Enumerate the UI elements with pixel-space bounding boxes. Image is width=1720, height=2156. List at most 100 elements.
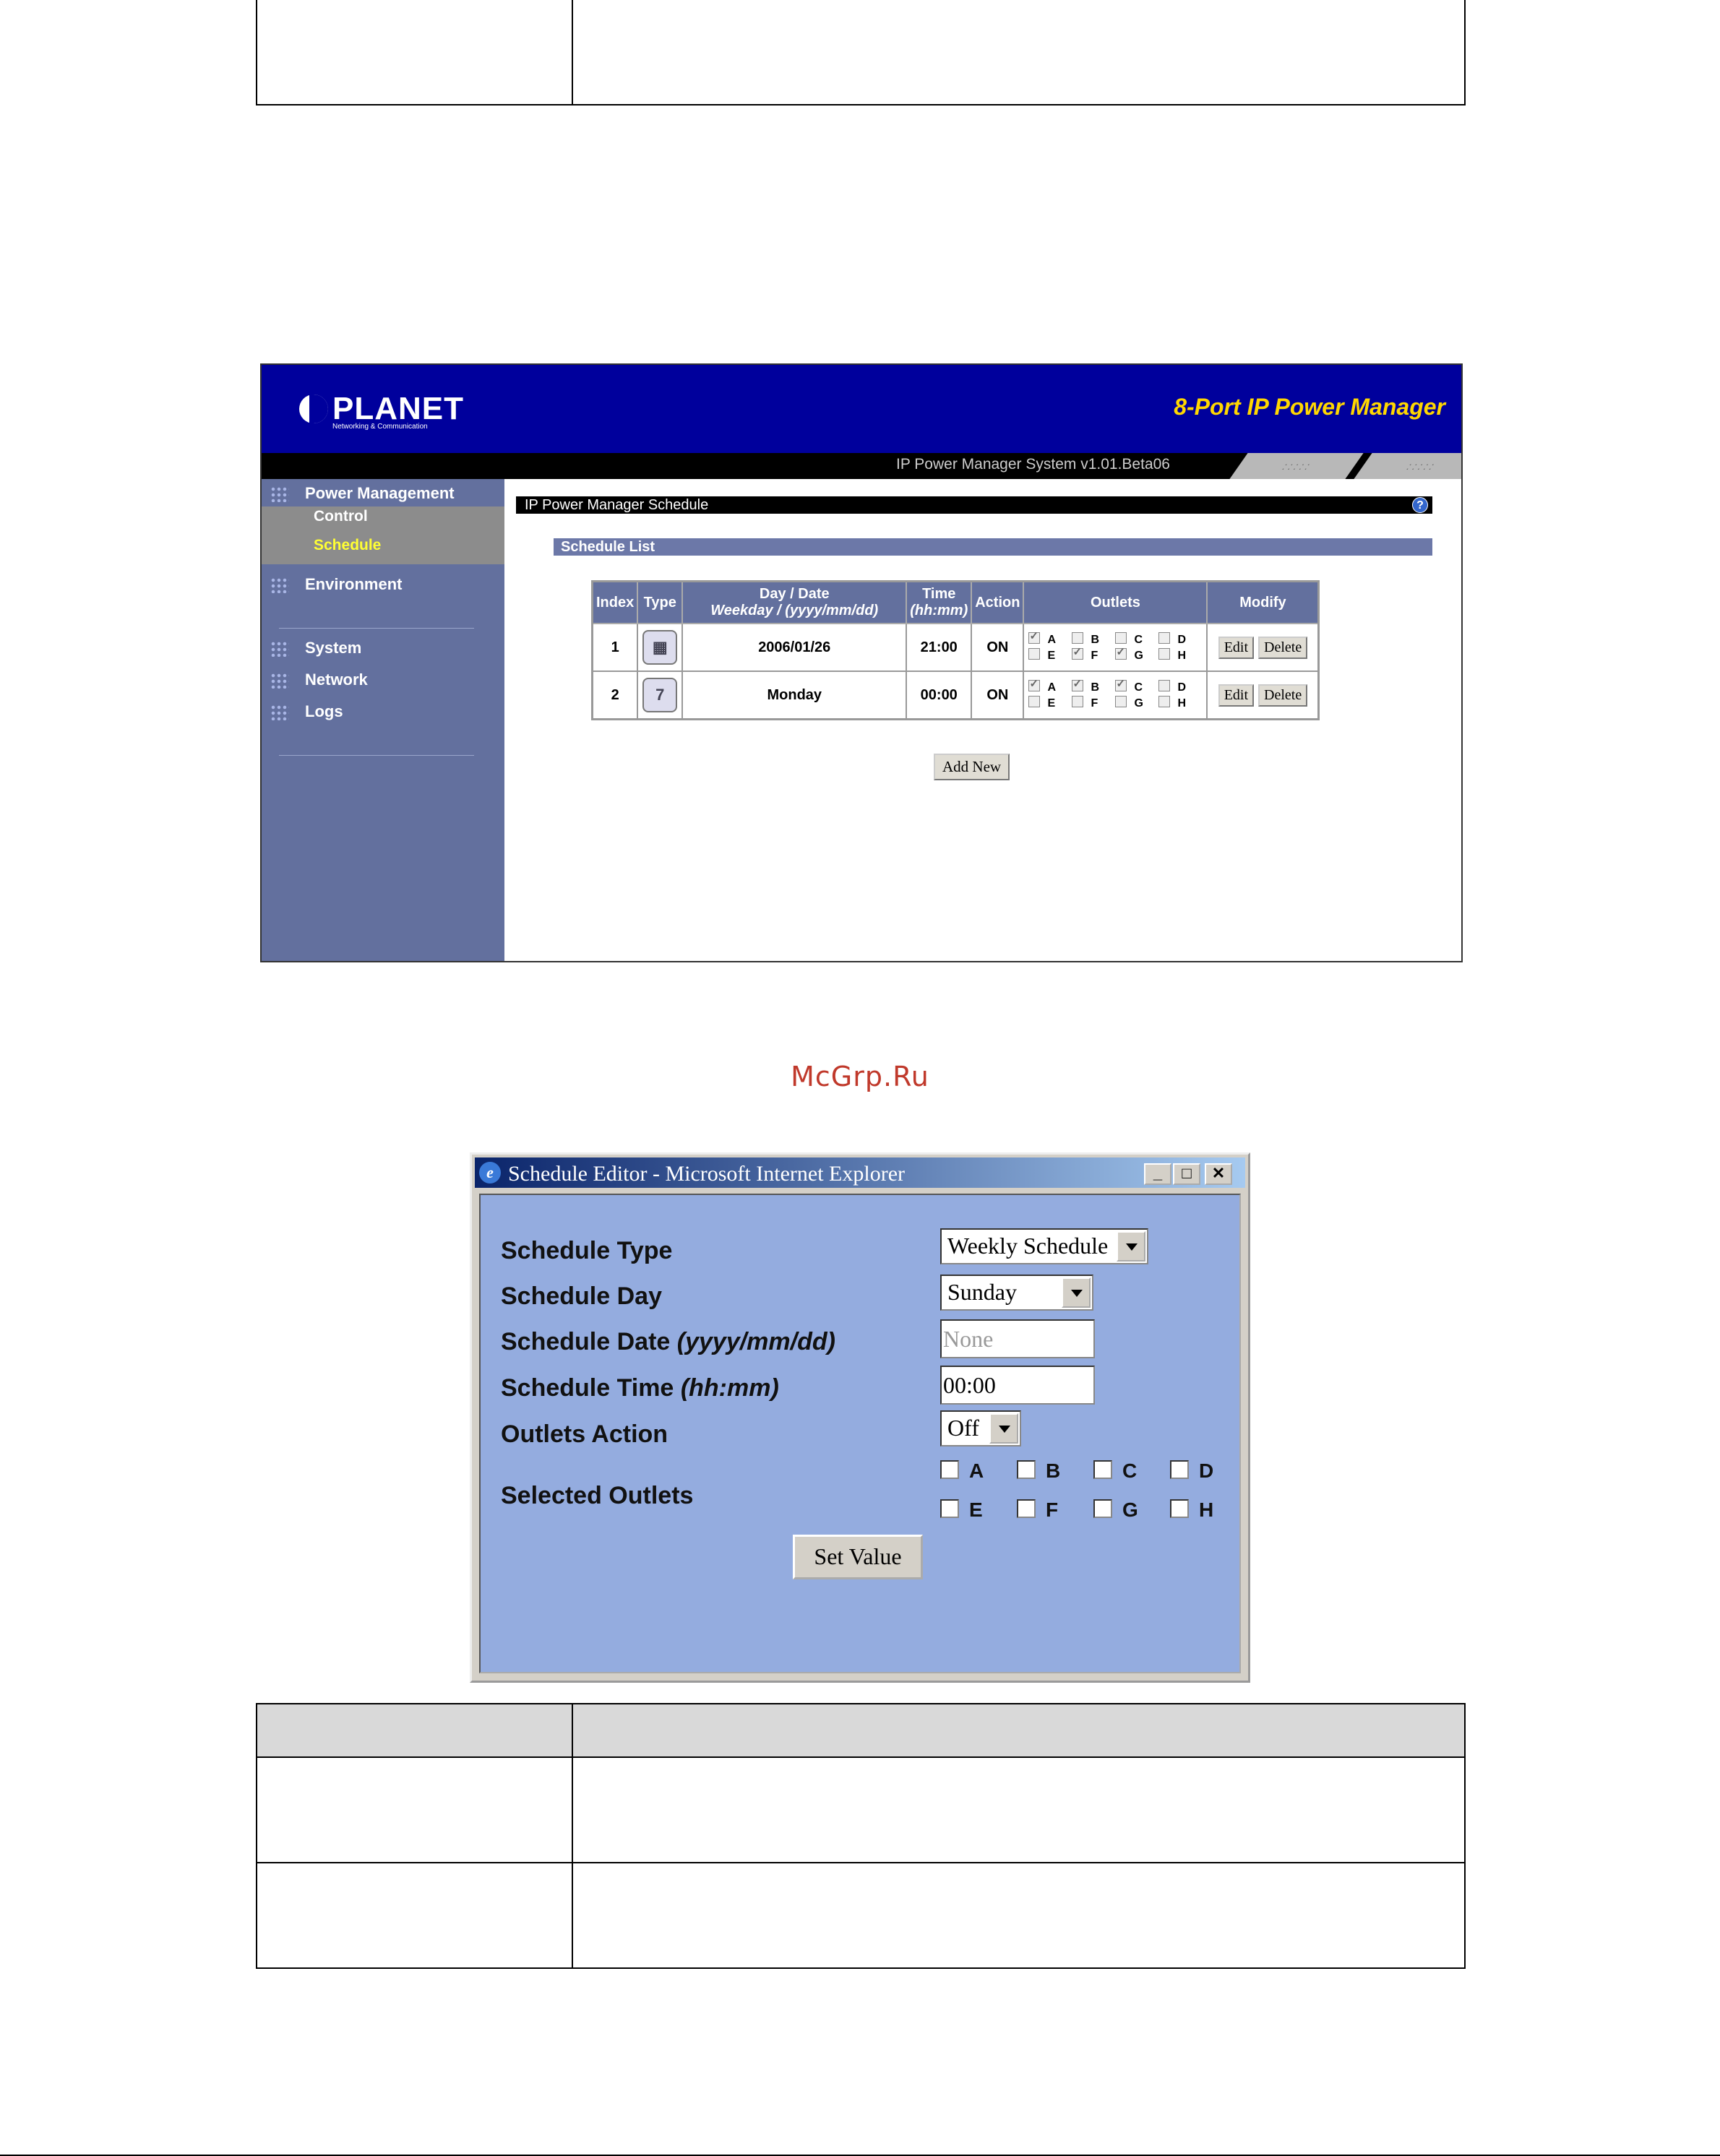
outlet-label: G bbox=[1122, 1499, 1138, 1521]
doc-table-cell bbox=[572, 1862, 1466, 1969]
checkbox-box[interactable] bbox=[1017, 1460, 1036, 1479]
edit-button[interactable]: Edit bbox=[1218, 636, 1255, 659]
row-daydate: Monday bbox=[681, 670, 908, 720]
outlet-label: B bbox=[1091, 681, 1100, 694]
outlet-d-checkbox[interactable]: D bbox=[1170, 1459, 1213, 1483]
outlet-b: B bbox=[1072, 677, 1115, 694]
doc-table-top bbox=[256, 0, 1466, 105]
minimize-icon[interactable]: _ bbox=[1144, 1163, 1171, 1185]
outlet-checkbox bbox=[1072, 645, 1084, 660]
row-index: 2 bbox=[591, 670, 639, 720]
product-title: 8-Port IP Power Manager bbox=[1174, 394, 1445, 420]
sidebar-item-network[interactable]: Network bbox=[262, 665, 504, 694]
schedule-type-value: Weekly Schedule bbox=[947, 1233, 1109, 1259]
schedule-date-input[interactable]: None bbox=[940, 1319, 1095, 1358]
version-tab-2: : : : : : bbox=[1354, 453, 1461, 479]
outlet-checkbox bbox=[1115, 645, 1127, 660]
dropdown-arrow-icon[interactable] bbox=[1062, 1277, 1091, 1308]
schedule-type-label: Schedule Type bbox=[501, 1237, 673, 1264]
outlet-c-checkbox[interactable]: C bbox=[1093, 1459, 1137, 1483]
version-text: IP Power Manager System v1.01.Beta06 bbox=[896, 456, 1170, 473]
outlet-e-checkbox[interactable]: E bbox=[940, 1499, 983, 1522]
schedule-table: Index Type Day / Date Weekday / (yyyy/mm… bbox=[591, 580, 1320, 720]
window-titlebar: e Schedule Editor - Microsoft Internet E… bbox=[475, 1157, 1245, 1188]
outlet-h-checkbox[interactable]: H bbox=[1170, 1499, 1213, 1522]
dropdown-arrow-icon[interactable] bbox=[989, 1413, 1018, 1444]
outlet-label: C bbox=[1134, 634, 1143, 646]
maximize-icon[interactable]: □ bbox=[1173, 1163, 1200, 1185]
set-value-button[interactable]: Set Value bbox=[793, 1535, 923, 1579]
outlet-checkbox bbox=[1158, 696, 1171, 707]
row-outlets: A B C D E F G H bbox=[1023, 623, 1208, 672]
window-title: Schedule Editor - Microsoft Internet Exp… bbox=[508, 1162, 905, 1186]
checkbox-box[interactable] bbox=[940, 1460, 959, 1479]
col-daydate: Day / Date Weekday / (yyyy/mm/dd) bbox=[681, 580, 908, 624]
ie-logo-icon: e bbox=[479, 1162, 501, 1183]
editor-form: Schedule Type Weekly Schedule Schedule D… bbox=[479, 1194, 1241, 1673]
outlet-label: D bbox=[1177, 681, 1187, 694]
dropdown-arrow-icon[interactable] bbox=[1117, 1231, 1145, 1262]
schedule-editor-window: e Schedule Editor - Microsoft Internet E… bbox=[470, 1152, 1250, 1683]
outlet-label: C bbox=[1122, 1459, 1138, 1482]
outlet-checkbox bbox=[1072, 696, 1084, 707]
checkbox-box[interactable] bbox=[1170, 1460, 1189, 1479]
outlet-g-checkbox[interactable]: G bbox=[1093, 1499, 1138, 1522]
doc-table-bottom bbox=[256, 1703, 1466, 1969]
sidebar-item-environment[interactable]: Environment bbox=[262, 570, 504, 599]
col-time-format: (hh:mm) bbox=[910, 603, 968, 618]
schedule-date-label: Schedule Date (yyyy/mm/dd) bbox=[501, 1328, 835, 1355]
outlet-label: G bbox=[1134, 650, 1143, 662]
sidebar-subitem-control[interactable]: Control bbox=[314, 508, 368, 525]
outlet-checkbox bbox=[1028, 677, 1041, 691]
schedule-time-input[interactable]: 00:00 bbox=[940, 1366, 1095, 1405]
outlet-b-checkbox[interactable]: B bbox=[1017, 1459, 1060, 1483]
submenu: Control Schedule bbox=[262, 506, 504, 564]
outlet-f-checkbox[interactable]: F bbox=[1017, 1499, 1058, 1522]
outlet-checkbox bbox=[1158, 632, 1171, 644]
outlet-c: C bbox=[1115, 632, 1158, 647]
outlet-a-checkbox[interactable]: A bbox=[940, 1459, 984, 1483]
outlet-checkbox bbox=[1072, 632, 1084, 644]
outlet-checkbox bbox=[1158, 680, 1171, 691]
close-icon[interactable]: ✕ bbox=[1205, 1163, 1232, 1185]
outlet-g: G bbox=[1115, 645, 1158, 663]
sidebar-item-logs[interactable]: Logs bbox=[262, 697, 504, 726]
sidebar-item-system[interactable]: System bbox=[262, 634, 504, 663]
selected-outlets-label: Selected Outlets bbox=[501, 1482, 694, 1509]
add-new-button[interactable]: Add New bbox=[934, 754, 1010, 780]
outlet-checkbox bbox=[1028, 648, 1041, 660]
outlets-action-select[interactable]: Off bbox=[940, 1410, 1021, 1446]
menu-dots-icon bbox=[270, 486, 289, 502]
schedule-day-select[interactable]: Sunday bbox=[940, 1275, 1093, 1311]
outlet-d: D bbox=[1158, 632, 1202, 647]
checkbox-box[interactable] bbox=[1093, 1499, 1112, 1518]
outlet-label: H bbox=[1177, 697, 1187, 710]
outlet-checkbox bbox=[1028, 629, 1041, 644]
edit-button[interactable]: Edit bbox=[1218, 684, 1255, 707]
checkbox-box[interactable] bbox=[1170, 1499, 1189, 1518]
outlet-label: F bbox=[1091, 697, 1098, 710]
main-content: IP Power Manager Schedule ? Schedule Lis… bbox=[504, 479, 1461, 961]
delete-button[interactable]: Delete bbox=[1258, 636, 1308, 659]
help-icon[interactable]: ? bbox=[1412, 497, 1428, 513]
schedule-list-screenshot: PLANET Networking & Communication 8-Port… bbox=[260, 363, 1463, 962]
checkbox-box[interactable] bbox=[940, 1499, 959, 1518]
row-type: 7 bbox=[637, 670, 684, 720]
delete-button[interactable]: Delete bbox=[1258, 684, 1308, 707]
col-time: Time (hh:mm) bbox=[906, 580, 973, 624]
date-format: (yyyy/mm/dd) bbox=[676, 1328, 835, 1355]
outlet-checkbox bbox=[1072, 677, 1084, 691]
outlet-label: D bbox=[1199, 1459, 1214, 1482]
outlet-label: F bbox=[1091, 650, 1098, 662]
outlet-label: B bbox=[1091, 634, 1100, 646]
sidebar-item-power-management[interactable]: Power Management bbox=[262, 479, 504, 508]
checkbox-box[interactable] bbox=[1093, 1460, 1112, 1479]
outlet-g: G bbox=[1115, 696, 1158, 710]
outlet-label: A bbox=[1047, 681, 1057, 694]
schedule-type-select[interactable]: Weekly Schedule bbox=[940, 1228, 1148, 1264]
sidebar-subitem-schedule[interactable]: Schedule bbox=[314, 537, 381, 554]
doc-table-header-cell bbox=[256, 1703, 573, 1758]
col-daydate-format: Weekday / (yyyy/mm/dd) bbox=[710, 603, 879, 618]
checkbox-box[interactable] bbox=[1017, 1499, 1036, 1518]
outlet-checkbox bbox=[1115, 677, 1127, 691]
